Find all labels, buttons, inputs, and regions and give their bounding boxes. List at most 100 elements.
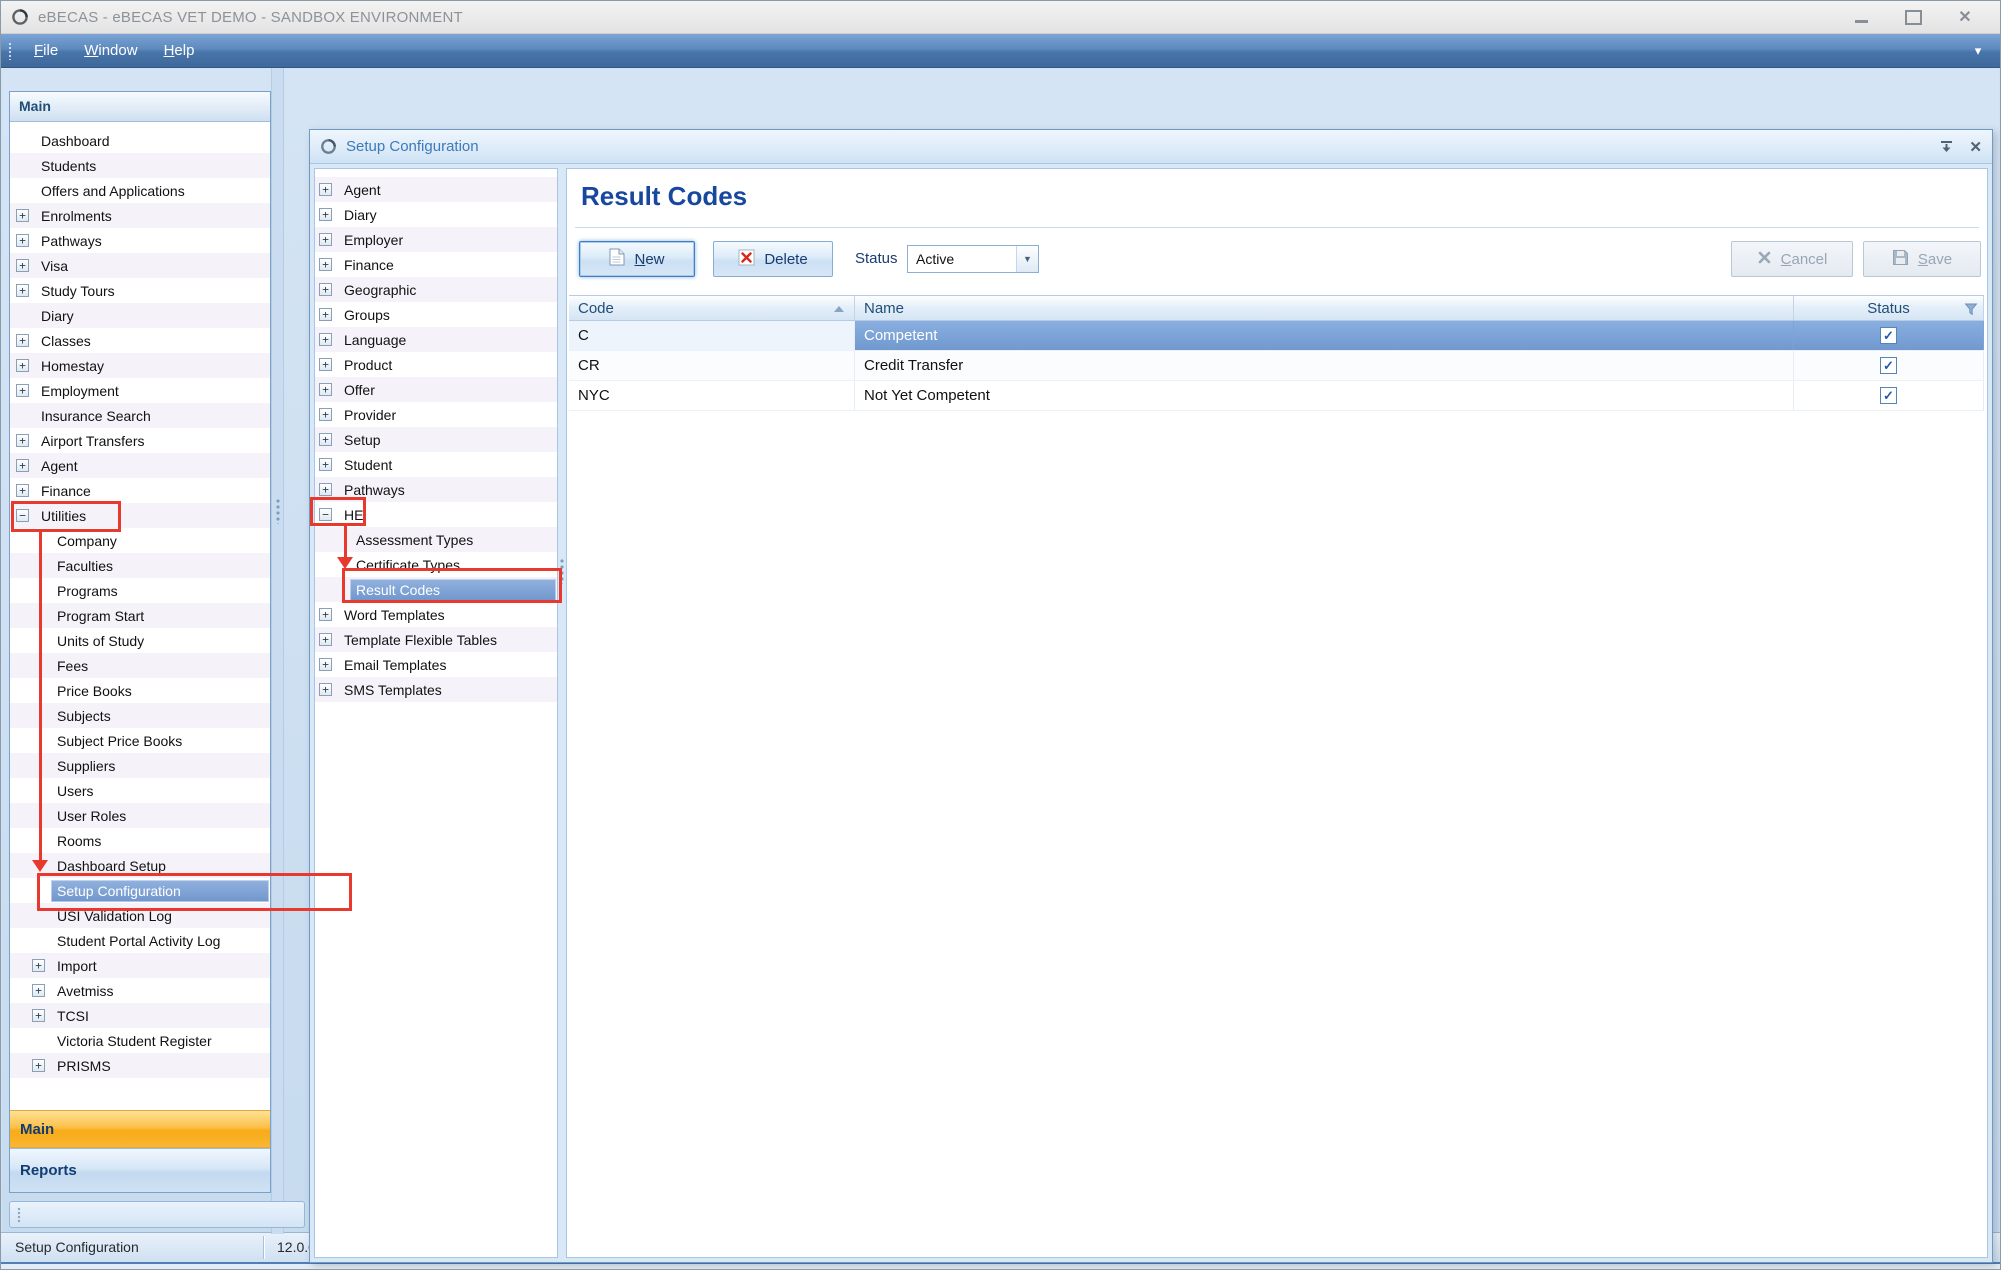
expand-icon[interactable]: + — [32, 1009, 45, 1022]
expand-icon[interactable]: + — [16, 334, 29, 347]
delete-button[interactable]: Delete — [713, 241, 833, 277]
minimize-button[interactable] — [1846, 6, 1876, 28]
cancel-button[interactable]: Cancel — [1731, 241, 1853, 277]
nav-item-homestay[interactable]: +Homestay — [10, 353, 270, 378]
expand-icon[interactable]: + — [319, 208, 332, 221]
nav-item-faculties[interactable]: Faculties — [10, 553, 270, 578]
setup-item-result-codes[interactable]: Result Codes — [315, 577, 557, 602]
grid-row-c[interactable]: CCompetent — [569, 321, 1984, 351]
nav-item-insurance-search[interactable]: Insurance Search — [10, 403, 270, 428]
nav-item-fees[interactable]: Fees — [10, 653, 270, 678]
setup-item-employer[interactable]: +Employer — [315, 227, 557, 252]
setup-item-provider[interactable]: +Provider — [315, 402, 557, 427]
setup-item-offer[interactable]: +Offer — [315, 377, 557, 402]
toolbar-overflow-chevron-icon[interactable] — [1968, 42, 1988, 60]
splitter-grip-icon[interactable] — [276, 498, 280, 524]
nav-item-visa[interactable]: +Visa — [10, 253, 270, 278]
nav-item-victoria-student-register[interactable]: Victoria Student Register — [10, 1028, 270, 1053]
nav-item-diary[interactable]: Diary — [10, 303, 270, 328]
splitter-grip-icon[interactable] — [560, 558, 564, 584]
cell-code[interactable]: NYC — [569, 381, 855, 410]
expand-icon[interactable]: + — [319, 333, 332, 346]
grid-row-nyc[interactable]: NYCNot Yet Competent — [569, 381, 1984, 411]
dock-icon[interactable] — [1940, 140, 1953, 153]
setup-item-diary[interactable]: +Diary — [315, 202, 557, 227]
chevron-down-icon[interactable] — [1016, 246, 1038, 272]
status-filter-select[interactable]: Active — [907, 245, 1039, 273]
expand-icon[interactable]: + — [319, 383, 332, 396]
setup-item-word-templates[interactable]: +Word Templates — [315, 602, 557, 627]
setup-item-assessment-types[interactable]: Assessment Types — [315, 527, 557, 552]
setup-item-student[interactable]: +Student — [315, 452, 557, 477]
expand-icon[interactable]: + — [319, 233, 332, 246]
expand-icon[interactable]: + — [32, 984, 45, 997]
setup-item-geographic[interactable]: +Geographic — [315, 277, 557, 302]
setup-item-email-templates[interactable]: +Email Templates — [315, 652, 557, 677]
nav-item-user-roles[interactable]: User Roles — [10, 803, 270, 828]
setup-window-titlebar[interactable]: Setup Configuration — [310, 130, 1992, 164]
toolbar-grip[interactable] — [8, 42, 12, 60]
cell-name[interactable]: Credit Transfer — [855, 351, 1794, 380]
nav-item-dashboard[interactable]: Dashboard — [10, 128, 270, 153]
cell-code[interactable]: CR — [569, 351, 855, 380]
nav-item-avetmiss[interactable]: +Avetmiss — [10, 978, 270, 1003]
nav-item-pathways[interactable]: +Pathways — [10, 228, 270, 253]
expand-icon[interactable]: + — [319, 633, 332, 646]
cell-name[interactable]: Competent — [855, 321, 1794, 350]
column-header-code[interactable]: Code — [569, 296, 855, 320]
expand-icon[interactable]: + — [319, 433, 332, 446]
setup-item-setup[interactable]: +Setup — [315, 427, 557, 452]
collapsed-panel-strip[interactable] — [9, 1201, 305, 1228]
cell-name[interactable]: Not Yet Competent — [855, 381, 1794, 410]
new-button[interactable]: New — [579, 241, 695, 277]
nav-item-offers-and-applications[interactable]: Offers and Applications — [10, 178, 270, 203]
cell-code[interactable]: C — [569, 321, 855, 350]
nav-item-employment[interactable]: +Employment — [10, 378, 270, 403]
expand-icon[interactable]: + — [319, 483, 332, 496]
expand-icon[interactable]: + — [16, 484, 29, 497]
maximize-button[interactable] — [1898, 6, 1928, 28]
setup-item-product[interactable]: +Product — [315, 352, 557, 377]
expand-icon[interactable]: + — [319, 683, 332, 696]
expand-icon[interactable]: + — [319, 608, 332, 621]
nav-item-import[interactable]: +Import — [10, 953, 270, 978]
setup-window-close-button[interactable] — [1969, 138, 1982, 156]
nav-item-users[interactable]: Users — [10, 778, 270, 803]
nav-item-airport-transfers[interactable]: +Airport Transfers — [10, 428, 270, 453]
nav-item-programs[interactable]: Programs — [10, 578, 270, 603]
collapse-icon[interactable]: − — [16, 509, 29, 522]
menu-file[interactable]: File — [21, 34, 71, 67]
setup-item-finance[interactable]: +Finance — [315, 252, 557, 277]
setup-item-agent[interactable]: +Agent — [315, 177, 557, 202]
setup-item-groups[interactable]: +Groups — [315, 302, 557, 327]
expand-icon[interactable]: + — [319, 283, 332, 296]
expand-icon[interactable]: + — [32, 959, 45, 972]
setup-item-language[interactable]: +Language — [315, 327, 557, 352]
setup-item-sms-templates[interactable]: +SMS Templates — [315, 677, 557, 702]
collapse-icon[interactable]: − — [319, 508, 332, 521]
nav-item-rooms[interactable]: Rooms — [10, 828, 270, 853]
nav-item-subjects[interactable]: Subjects — [10, 703, 270, 728]
nav-item-units-of-study[interactable]: Units of Study — [10, 628, 270, 653]
nav-item-agent[interactable]: +Agent — [10, 453, 270, 478]
expand-icon[interactable]: + — [16, 459, 29, 472]
nav-item-utilities[interactable]: −Utilities — [10, 503, 270, 528]
nav-item-students[interactable]: Students — [10, 153, 270, 178]
setup-item-certificate-types[interactable]: Certificate Types — [315, 552, 557, 577]
nav-item-suppliers[interactable]: Suppliers — [10, 753, 270, 778]
expand-icon[interactable]: + — [319, 408, 332, 421]
setup-tree-splitter[interactable] — [558, 168, 566, 1258]
menu-window[interactable]: Window — [71, 34, 150, 67]
menu-help[interactable]: Help — [151, 34, 208, 67]
save-button[interactable]: Save — [1863, 241, 1981, 277]
nav-item-classes[interactable]: +Classes — [10, 328, 270, 353]
nav-item-study-tours[interactable]: +Study Tours — [10, 278, 270, 303]
expand-icon[interactable]: + — [16, 259, 29, 272]
setup-item-template-flexible-tables[interactable]: +Template Flexible Tables — [315, 627, 557, 652]
nav-item-price-books[interactable]: Price Books — [10, 678, 270, 703]
nav-item-company[interactable]: Company — [10, 528, 270, 553]
nav-item-dashboard-setup[interactable]: Dashboard Setup — [10, 853, 270, 878]
nav-item-usi-validation-log[interactable]: USI Validation Log — [10, 903, 270, 928]
setup-item-pathways[interactable]: +Pathways — [315, 477, 557, 502]
expand-icon[interactable]: + — [32, 1059, 45, 1072]
